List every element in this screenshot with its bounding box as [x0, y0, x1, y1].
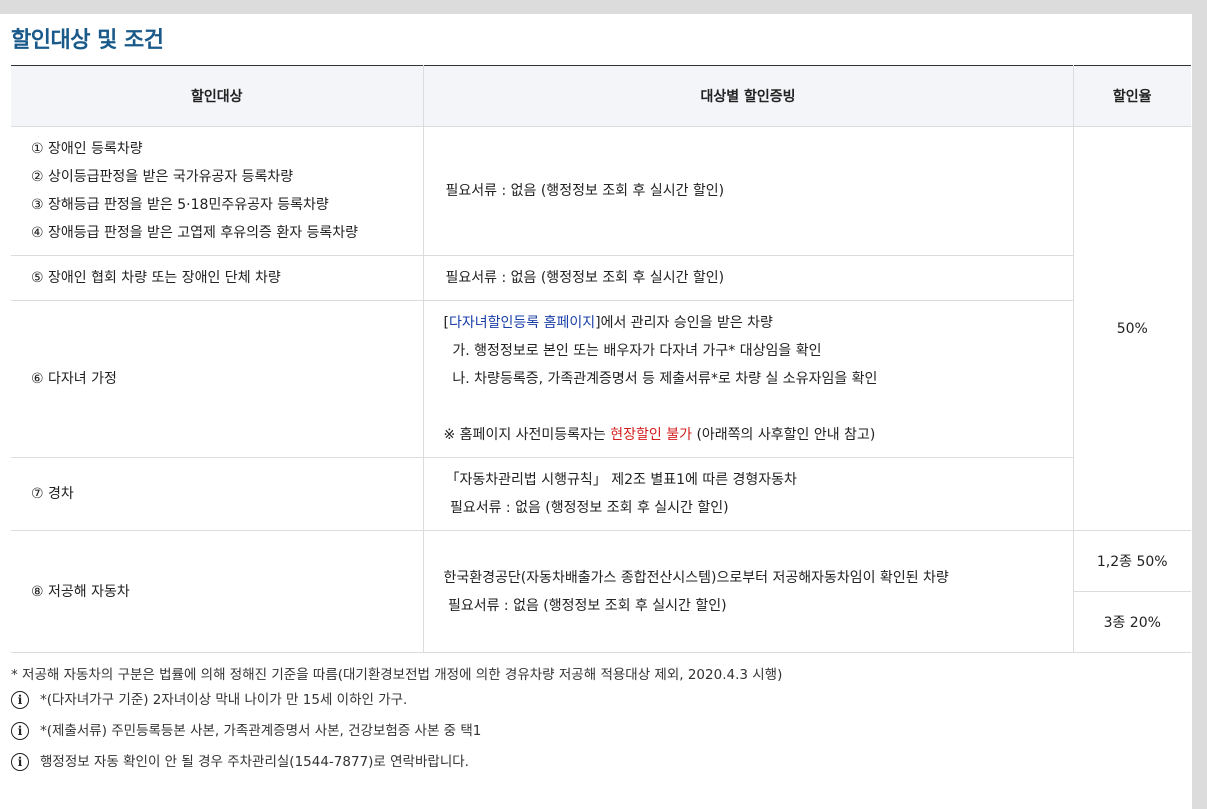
proof-cell: 필요서류 : 없음 (행정정보 조회 후 실시간 할인) — [422, 255, 1073, 301]
proof-line: 가. 행정정보로 본인 또는 배우자가 다자녀 가구* 대상임을 확인 — [443, 343, 822, 359]
target-cell: ⑤ 장애인 협회 차량 또는 장애인 단체 차량 — [11, 255, 424, 301]
proof-spacer — [444, 393, 1073, 421]
target-cell: ⑥ 다자녀 가정 — [11, 300, 424, 458]
header-target: 할인대상 — [11, 65, 424, 127]
proof-line: 필요서류 : 없음 (행정정보 조회 후 실시간 할인) — [445, 183, 725, 199]
no-onsite-discount-text: 현장할인 불가 — [610, 427, 692, 443]
proof-cell: 한국환경공단(자동차배출가스 종합전산시스템)으로부터 저공해자동차임이 확인된… — [422, 530, 1074, 653]
proof-cell: [다자녀할인등록 홈페이지]에서 관리자 승인을 받은 차량 가. 행정정보로 … — [422, 300, 1073, 458]
info-note: i *(다자녀가구 기준) 2자녀이상 막내 나이가 만 15세 이하인 가구. — [11, 685, 1191, 716]
page: 할인대상 및 조건 할인대상 대상별 할인증빙 할인율 ① 장애인 등록차량 ②… — [0, 14, 1192, 809]
multi-child-registration-link[interactable]: 다자녀할인등록 홈페이지 — [449, 315, 595, 331]
rate-cell-low-emission-3: 3종 20% — [1073, 591, 1191, 653]
header-proof: 대상별 할인증빙 — [422, 65, 1074, 127]
approval-text: ]에서 관리자 승인을 받은 차량 — [595, 315, 773, 331]
proof-line: 필요서류 : 없음 (행정정보 조회 후 실시간 할인) — [443, 597, 727, 614]
footnote-low-emission: * 저공해 자동차의 구분은 법률에 의해 정해진 기준을 따름(대기환경보전법… — [11, 667, 783, 683]
info-note-text: *(제출서류) 주민등록등본 사본, 가족관계증명서 사본, 건강보험증 사본 … — [40, 723, 482, 739]
target-cell: ① 장애인 등록차량 ② 상이등급판정을 받은 국가유공자 등록차량 ③ 장해등… — [11, 126, 424, 256]
discount-table: 할인대상 대상별 할인증빙 할인율 ① 장애인 등록차량 ② 상이등급판정을 받… — [11, 65, 1191, 653]
table-row: ⑥ 다자녀 가정 [다자녀할인등록 홈페이지]에서 관리자 승인을 받은 차량 … — [11, 300, 1191, 458]
info-circle-icon: i — [11, 722, 29, 740]
target-cell: ⑧ 저공해 자동차 — [11, 530, 424, 653]
target-item: ⑥ 다자녀 가정 — [31, 371, 117, 387]
rate-cell-general: 50% — [1072, 126, 1191, 531]
target-item: ⑧ 저공해 자동차 — [31, 583, 130, 600]
proof-line: 필요서류 : 없음 (행정정보 조회 후 실시간 할인) — [445, 270, 725, 286]
target-item: ② 상이등급판정을 받은 국가유공자 등록차량 — [31, 169, 294, 185]
table-row: ⑧ 저공해 자동차 한국환경공단(자동차배출가스 종합전산시스템)으로부터 저공… — [11, 530, 1191, 653]
note-suffix: (아래쪽의 사후할인 안내 참고) — [692, 427, 876, 443]
info-note-text: *(다자녀가구 기준) 2자녀이상 막내 나이가 만 15세 이하인 가구. — [40, 692, 408, 708]
target-item: ① 장애인 등록차량 — [31, 141, 143, 157]
proof-cell: 「자동차관리법 시행규칙」 제2조 별표1에 따른 경형자동차 필요서류 : 없… — [422, 457, 1073, 531]
page-title: 할인대상 및 조건 — [11, 28, 164, 53]
proof-line: 나. 차량등록증, 가족관계증명서 등 제출서류*로 차량 실 소유자임을 확인 — [443, 371, 878, 387]
note-prefix: ※ 홈페이지 사전미등록자는 — [443, 427, 611, 443]
table-row: ① 장애인 등록차량 ② 상이등급판정을 받은 국가유공자 등록차량 ③ 장해등… — [11, 126, 1191, 531]
target-item: ③ 장해등급 판정을 받은 5·18민주유공자 등록차량 — [31, 197, 329, 213]
proof-line: 「자동차관리법 시행규칙」 제2조 별표1에 따른 경형자동차 — [445, 472, 797, 488]
table-row: ⑦ 경차 「자동차관리법 시행규칙」 제2조 별표1에 따른 경형자동차 필요서… — [11, 457, 1191, 531]
info-note-text: 행정정보 자동 확인이 안 될 경우 주차관리실(1544-7877)로 연락바… — [40, 754, 469, 770]
info-note: i 행정정보 자동 확인이 안 될 경우 주차관리실(1544-7877)로 연… — [11, 747, 1191, 778]
proof-cell: 필요서류 : 없음 (행정정보 조회 후 실시간 할인) — [422, 126, 1074, 256]
header-rate: 할인율 — [1072, 65, 1191, 127]
info-circle-icon: i — [11, 691, 29, 709]
proof-line: 한국환경공단(자동차배출가스 종합전산시스템)으로부터 저공해자동차임이 확인된… — [443, 569, 949, 586]
proof-line: 필요서류 : 없음 (행정정보 조회 후 실시간 할인) — [445, 500, 729, 516]
proof-warning-note: ※ 홈페이지 사전미등록자는 현장할인 불가 (아래쪽의 사후할인 안내 참고) — [444, 421, 1073, 449]
notes-section: * 저공해 자동차의 구분은 법률에 의해 정해진 기준을 따름(대기환경보전법… — [11, 665, 1191, 778]
table-row: ⑤ 장애인 협회 차량 또는 장애인 단체 차량 필요서류 : 없음 (행정정보… — [11, 255, 1191, 301]
target-item: ⑦ 경차 — [31, 486, 74, 502]
target-cell: ⑦ 경차 — [11, 457, 424, 531]
target-item: ④ 장애등급 판정을 받은 고엽제 후유의증 환자 등록차량 — [31, 225, 359, 241]
rate-cell-low-emission-12: 1,2종 50% — [1072, 530, 1191, 592]
info-note: i *(제출서류) 주민등록등본 사본, 가족관계증명서 사본, 건강보험증 사… — [11, 716, 1191, 747]
table-header-row: 할인대상 대상별 할인증빙 할인율 — [11, 65, 1191, 127]
proof-line: [다자녀할인등록 홈페이지]에서 관리자 승인을 받은 차량 — [444, 309, 1073, 337]
info-circle-icon: i — [11, 753, 29, 771]
target-item: ⑤ 장애인 협회 차량 또는 장애인 단체 차량 — [31, 270, 281, 286]
